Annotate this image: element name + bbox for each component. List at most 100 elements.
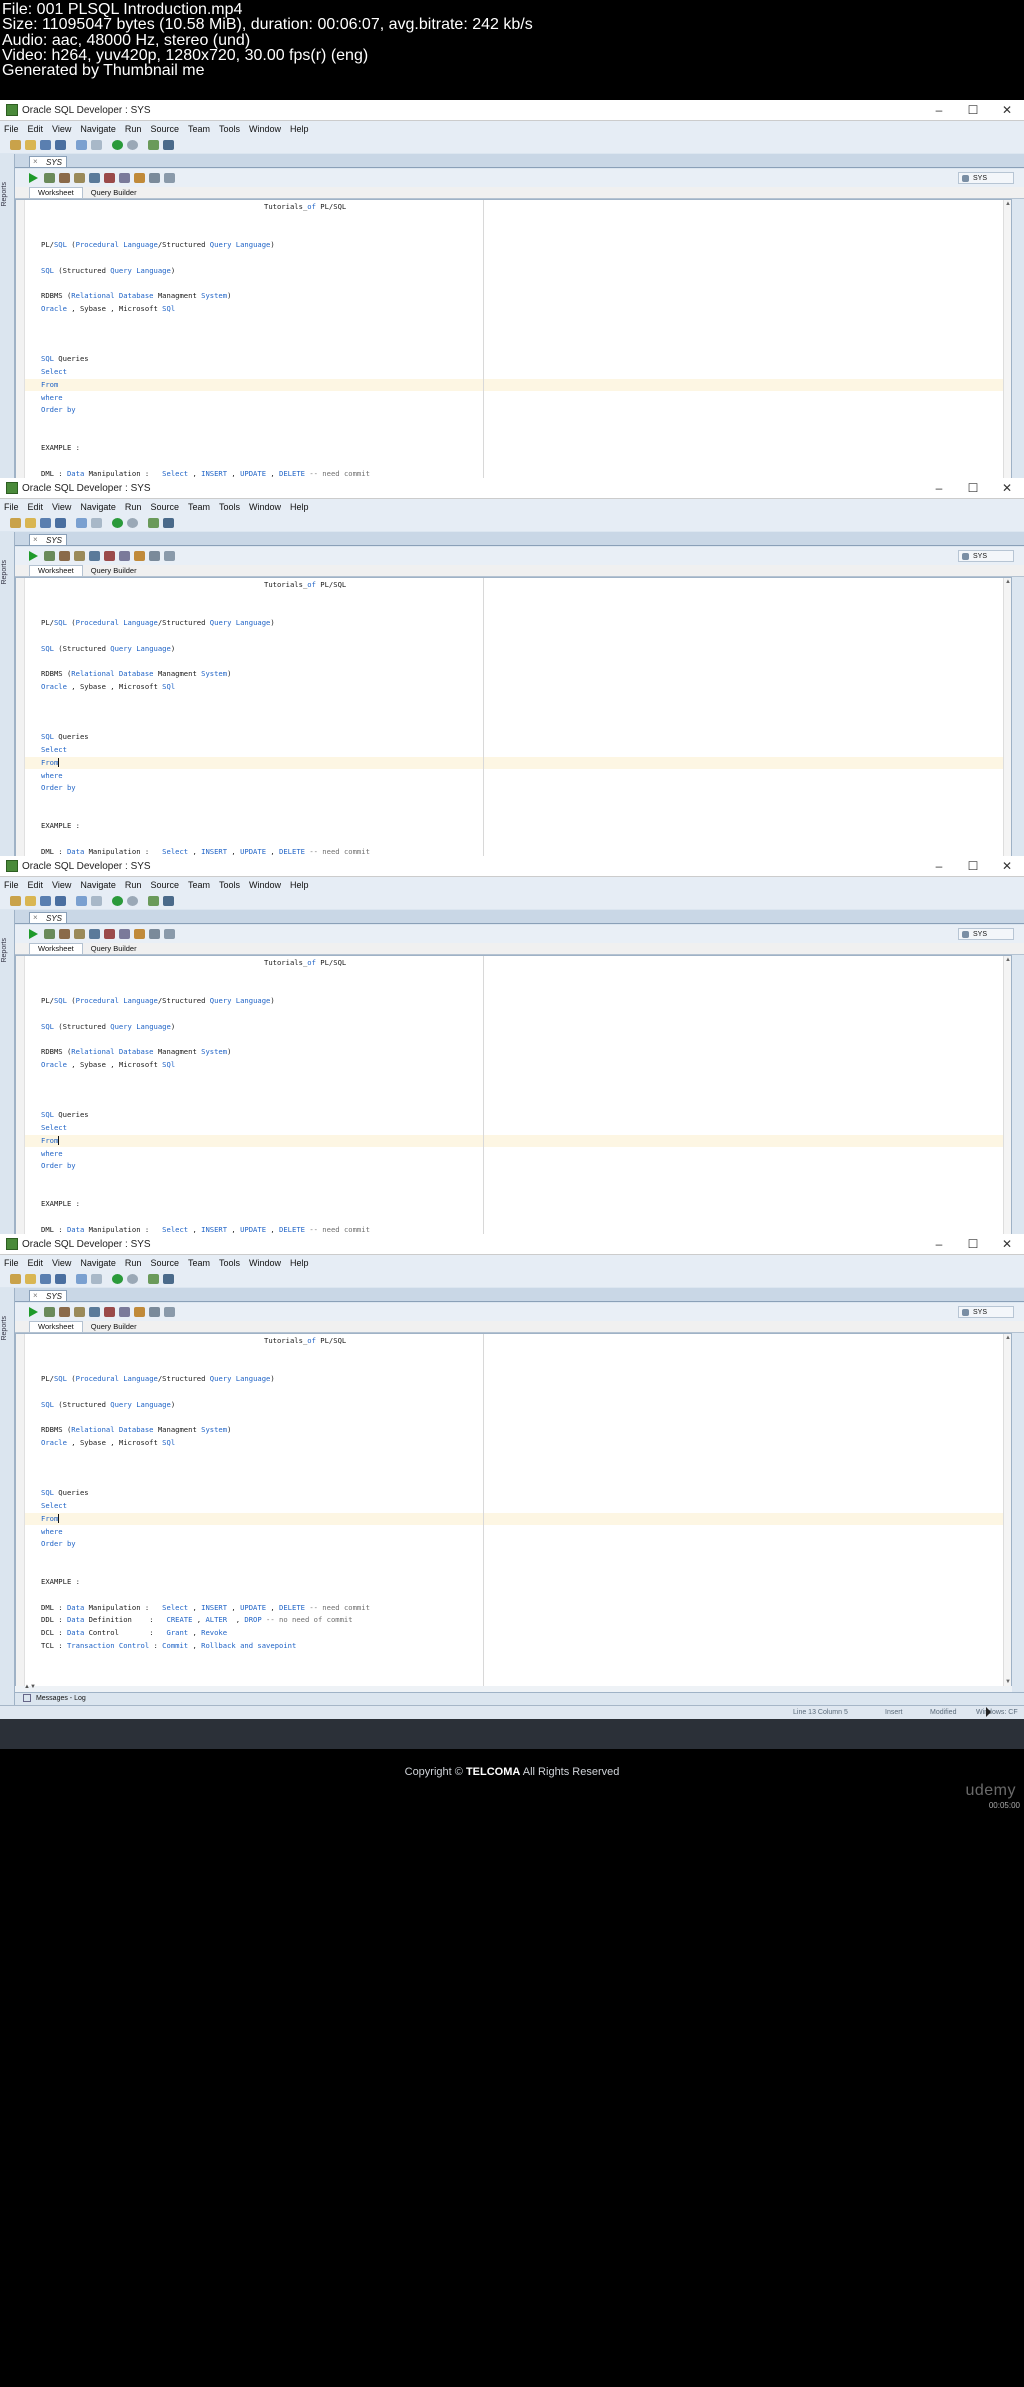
rollback-icon[interactable] (104, 173, 115, 183)
explain-plan-icon[interactable] (74, 1307, 85, 1317)
menu-source[interactable]: Source (150, 502, 179, 512)
open-folder-icon[interactable] (25, 1273, 36, 1284)
menu-team[interactable]: Team (188, 502, 210, 512)
menu-tools[interactable]: Tools (219, 880, 240, 890)
tab-close-icon[interactable]: × (33, 1290, 38, 1301)
sql-history-icon[interactable] (149, 929, 160, 939)
run-script-icon[interactable] (44, 1307, 55, 1317)
tab-worksheet[interactable]: Worksheet (29, 943, 83, 954)
menu-run[interactable]: Run (125, 1258, 142, 1268)
sql-editor[interactable]: Tutorials_of PL/SQL PL/SQL (Procedural La… (15, 1333, 1012, 1687)
menu-tools[interactable]: Tools (219, 502, 240, 512)
navigate-forward-icon[interactable] (127, 1273, 138, 1284)
sql-monitor-icon[interactable] (163, 1273, 174, 1284)
maximize-button[interactable]: ☐ (956, 859, 990, 873)
run-script-icon[interactable] (44, 173, 55, 183)
menu-tools[interactable]: Tools (219, 124, 240, 134)
menu-team[interactable]: Team (188, 880, 210, 890)
reports-tab[interactable]: Reports (1, 182, 8, 207)
debug-icon[interactable] (148, 517, 159, 528)
autotrace-icon[interactable] (59, 551, 70, 561)
save-icon[interactable] (40, 895, 51, 906)
debug-icon[interactable] (148, 1273, 159, 1284)
explain-plan-icon[interactable] (74, 551, 85, 561)
run-statement-icon[interactable] (29, 173, 38, 183)
reports-tab[interactable]: Reports (1, 560, 8, 585)
tab-worksheet[interactable]: Worksheet (29, 187, 83, 198)
run-statement-icon[interactable] (29, 1307, 38, 1317)
commit-icon[interactable] (89, 929, 100, 939)
run-script-icon[interactable] (44, 551, 55, 561)
save-all-icon[interactable] (55, 895, 66, 906)
new-icon[interactable] (10, 895, 21, 906)
menu-edit[interactable]: Edit (28, 124, 44, 134)
close-button[interactable]: ✕ (990, 481, 1024, 495)
menu-file[interactable]: File (4, 880, 19, 890)
clear-icon[interactable] (134, 929, 145, 939)
tab-query-builder[interactable]: Query Builder (83, 1322, 145, 1332)
tab-query-builder[interactable]: Query Builder (83, 944, 145, 954)
sql-history-icon[interactable] (149, 1307, 160, 1317)
save-all-icon[interactable] (55, 1273, 66, 1284)
menu-navigate[interactable]: Navigate (80, 124, 116, 134)
format-icon[interactable] (164, 1307, 175, 1317)
redo-icon[interactable] (91, 1273, 102, 1284)
connection-selector[interactable]: SYS (958, 550, 1014, 562)
commit-icon[interactable] (89, 1307, 100, 1317)
scroll-left-icon[interactable]: ▲▼ (24, 1684, 36, 1690)
tab-query-builder[interactable]: Query Builder (83, 566, 145, 576)
debug-icon[interactable] (148, 139, 159, 150)
run-script-icon[interactable] (44, 929, 55, 939)
navigate-forward-icon[interactable] (127, 895, 138, 906)
sql-tuning-icon[interactable] (119, 929, 130, 939)
open-folder-icon[interactable] (25, 895, 36, 906)
tab-worksheet[interactable]: Worksheet (29, 1321, 83, 1332)
redo-icon[interactable] (91, 517, 102, 528)
menu-view[interactable]: View (52, 1258, 71, 1268)
sql-tuning-icon[interactable] (119, 551, 130, 561)
menu-navigate[interactable]: Navigate (80, 880, 116, 890)
save-icon[interactable] (40, 1273, 51, 1284)
menu-run[interactable]: Run (125, 502, 142, 512)
run-statement-icon[interactable] (29, 551, 38, 561)
menu-edit[interactable]: Edit (28, 1258, 44, 1268)
scroll-down-icon[interactable]: ▼ (1005, 1679, 1011, 1685)
scroll-up-icon[interactable]: ▲ (1005, 579, 1011, 585)
new-icon[interactable] (10, 139, 21, 150)
maximize-button[interactable]: ☐ (956, 1237, 990, 1251)
rollback-icon[interactable] (104, 551, 115, 561)
worksheet-tab[interactable]: × SYS (29, 156, 67, 167)
undo-icon[interactable] (76, 895, 87, 906)
close-button[interactable]: ✕ (990, 1237, 1024, 1251)
worksheet-tab[interactable]: × SYS (29, 1290, 67, 1301)
worksheet-tab[interactable]: × SYS (29, 912, 67, 923)
undo-icon[interactable] (76, 517, 87, 528)
save-icon[interactable] (40, 517, 51, 528)
connection-selector[interactable]: SYS (958, 928, 1014, 940)
tab-close-icon[interactable]: × (33, 912, 38, 923)
tab-worksheet[interactable]: Worksheet (29, 565, 83, 576)
navigate-back-icon[interactable] (112, 1273, 123, 1284)
debug-icon[interactable] (148, 895, 159, 906)
rollback-icon[interactable] (104, 1307, 115, 1317)
scroll-up-icon[interactable]: ▲ (1005, 1335, 1011, 1341)
menu-window[interactable]: Window (249, 502, 281, 512)
reports-tab[interactable]: Reports (1, 938, 8, 963)
sql-monitor-icon[interactable] (163, 517, 174, 528)
menu-window[interactable]: Window (249, 880, 281, 890)
commit-icon[interactable] (89, 551, 100, 561)
messages-log-tab[interactable]: Messages - Log (15, 1692, 1024, 1705)
maximize-button[interactable]: ☐ (956, 103, 990, 117)
explain-plan-icon[interactable] (74, 929, 85, 939)
connection-selector[interactable]: SYS (958, 172, 1014, 184)
commit-icon[interactable] (89, 173, 100, 183)
clear-icon[interactable] (134, 173, 145, 183)
menu-help[interactable]: Help (290, 124, 309, 134)
scroll-up-icon[interactable]: ▲ (1005, 957, 1011, 963)
menu-run[interactable]: Run (125, 124, 142, 134)
explain-plan-icon[interactable] (74, 173, 85, 183)
navigate-back-icon[interactable] (112, 139, 123, 150)
sql-tuning-icon[interactable] (119, 1307, 130, 1317)
menu-team[interactable]: Team (188, 1258, 210, 1268)
clear-icon[interactable] (134, 551, 145, 561)
